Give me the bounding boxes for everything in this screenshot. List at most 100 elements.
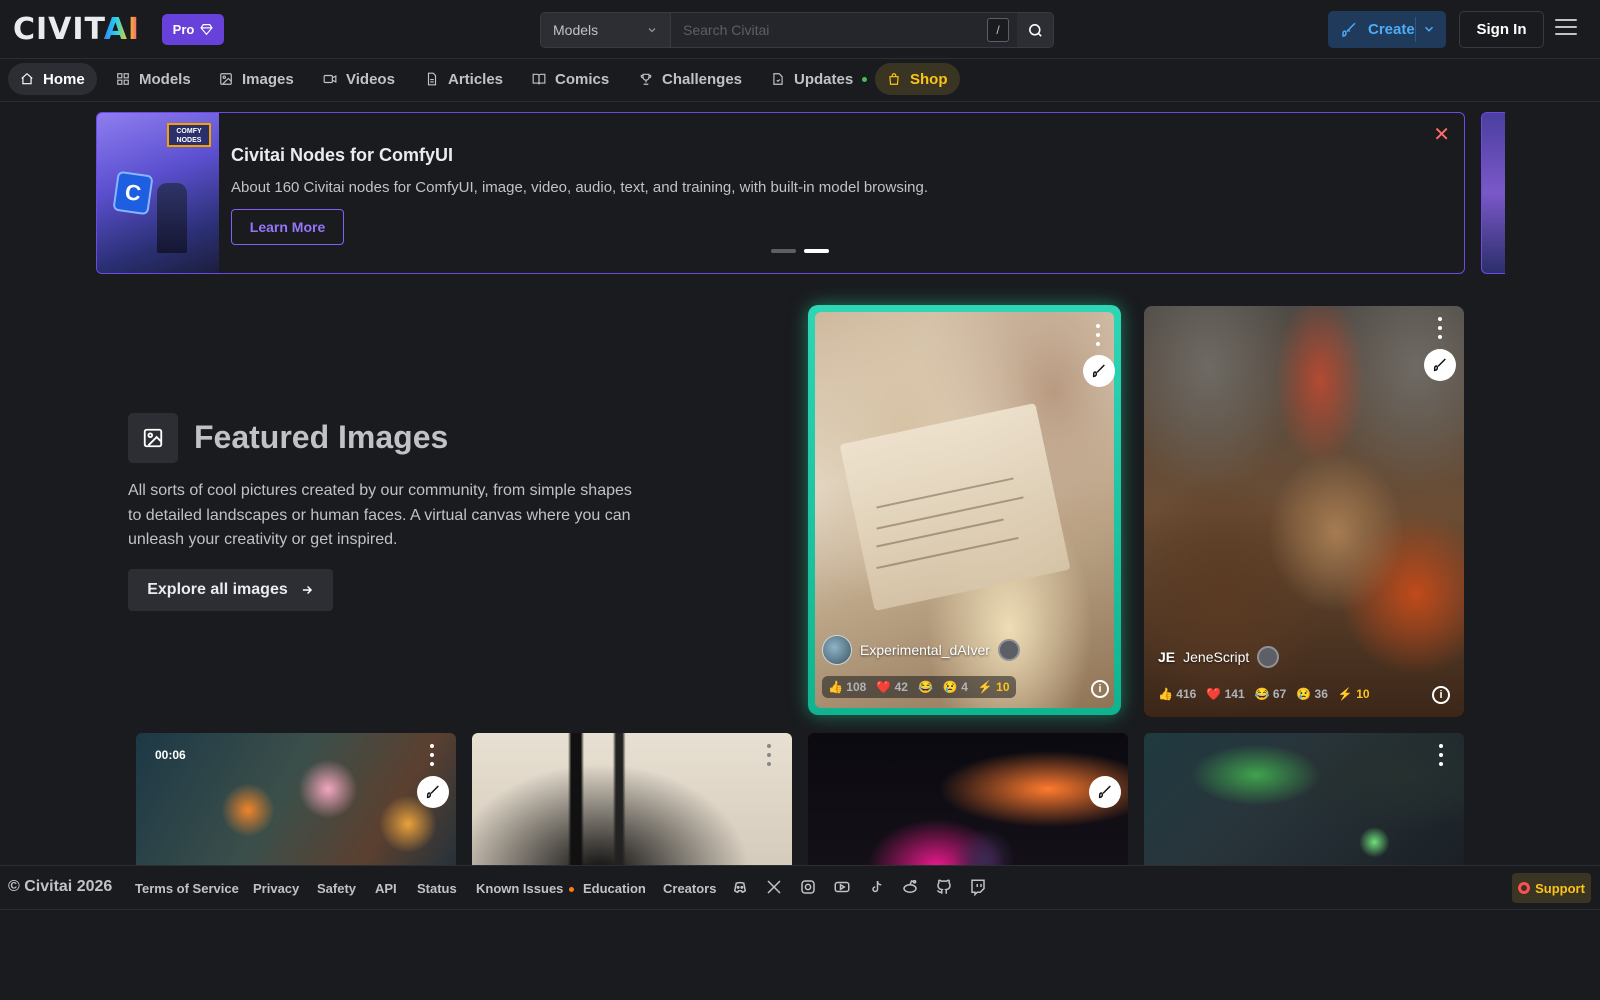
support-button[interactable]: Support — [1512, 873, 1591, 903]
book-icon — [532, 73, 546, 85]
remix-icon[interactable] — [1089, 776, 1121, 808]
chevron-down-icon — [648, 28, 656, 33]
reaction-like[interactable]: 👍 108 — [828, 680, 866, 694]
banner-description: About 160 Civitai nodes for ComfyUI, ima… — [231, 179, 929, 196]
learn-more-button[interactable]: Learn More — [231, 209, 344, 245]
nav-item-articles[interactable]: Articles — [413, 63, 515, 95]
remix-icon[interactable] — [417, 776, 449, 808]
footer-link-terms[interactable]: Terms of Service — [135, 881, 239, 896]
pro-button[interactable]: Pro — [162, 14, 224, 45]
remix-icon[interactable] — [1424, 349, 1456, 381]
top-header: CIVITAI Pro Models / Create Sign In — [0, 0, 1600, 59]
carousel-dot-active[interactable] — [804, 249, 829, 253]
card-user-row[interactable]: Experimental_dAIver — [822, 635, 1020, 665]
card-username: Experimental_dAIver — [860, 642, 990, 658]
carousel-indicators — [771, 249, 829, 253]
lifebuoy-icon — [1518, 882, 1531, 894]
reaction-laugh[interactable]: 😂 — [918, 680, 933, 694]
footer: © Civitai 2026 Terms of Service Privacy … — [0, 865, 1600, 910]
nav-item-videos[interactable]: Videos — [311, 63, 407, 95]
footer-link-api[interactable]: API — [375, 881, 397, 896]
info-icon[interactable]: i — [1091, 680, 1109, 698]
nav-item-images[interactable]: Images — [207, 63, 306, 95]
card-user-row[interactable]: JE JeneScript — [1158, 646, 1280, 668]
diamond-icon — [200, 24, 213, 36]
trophy-icon — [640, 73, 652, 85]
reaction-cry[interactable]: 😢 36 — [1296, 687, 1328, 701]
search-icon — [1028, 23, 1042, 37]
sign-in-button[interactable]: Sign In — [1459, 11, 1544, 48]
footer-link-safety[interactable]: Safety — [317, 881, 356, 896]
card-menu-icon[interactable] — [1438, 744, 1444, 766]
create-button[interactable]: Create — [1328, 11, 1446, 48]
instagram-icon[interactable] — [799, 878, 817, 896]
reaction-buzz[interactable]: ⚡ 10 — [1338, 687, 1370, 701]
footer-link-education[interactable]: Education — [583, 881, 646, 896]
nav-item-shop[interactable]: Shop — [875, 63, 960, 95]
reaction-buzz[interactable]: ⚡ 10 — [978, 680, 1010, 694]
youtube-icon[interactable] — [833, 878, 851, 896]
updates-icon — [773, 73, 783, 85]
featured-images-icon — [128, 413, 178, 463]
search-input[interactable] — [683, 22, 963, 38]
reaction-heart[interactable]: ❤️ 141 — [1206, 687, 1244, 701]
civitai-logo[interactable]: CIVITAI — [13, 15, 140, 45]
card-menu-icon[interactable] — [429, 744, 435, 766]
remix-icon[interactable] — [1083, 355, 1115, 387]
info-icon[interactable]: i — [1432, 686, 1450, 704]
x-icon[interactable] — [765, 878, 783, 896]
footer-link-privacy[interactable]: Privacy — [253, 881, 299, 896]
banner-title: Civitai Nodes for ComfyUI — [231, 145, 454, 165]
create-menu-chevron-icon[interactable] — [1422, 22, 1436, 36]
nav-item-challenges[interactable]: Challenges — [627, 63, 754, 95]
reaction-like[interactable]: 👍 416 — [1158, 687, 1196, 701]
carousel-dot[interactable] — [771, 249, 796, 253]
reaction-heart[interactable]: ❤️ 42 — [876, 680, 908, 694]
search-shortcut-key: / — [987, 18, 1009, 42]
next-banner-peek[interactable] — [1481, 112, 1505, 274]
image-card[interactable] — [808, 733, 1128, 873]
menu-icon[interactable] — [1555, 19, 1577, 39]
reaction-laugh[interactable]: 😂 67 — [1255, 687, 1287, 701]
banner-image-tag: COMFY NODES — [167, 123, 211, 147]
search-scope-select[interactable]: Models — [541, 13, 671, 47]
card-reactions: 👍 108 ❤️ 42 😂 😢 4 ⚡ 10 — [822, 676, 1016, 698]
search-button[interactable] — [1017, 13, 1053, 47]
tiktok-icon[interactable] — [867, 878, 885, 896]
nav-item-comics[interactable]: Comics — [520, 63, 621, 95]
footer-link-known-issues[interactable]: Known Issues — [476, 881, 575, 896]
nav-item-home[interactable]: Home — [8, 63, 97, 95]
discord-icon[interactable] — [731, 878, 749, 896]
github-icon[interactable] — [935, 878, 953, 896]
featured-description: All sorts of cool pictures created by ou… — [128, 482, 632, 548]
nav-item-updates[interactable]: Updates — [759, 63, 879, 95]
card-username: JeneScript — [1183, 649, 1250, 665]
footer-link-creators[interactable]: Creators — [663, 881, 716, 896]
image-icon — [220, 73, 232, 85]
promo-banner: COMFY NODES C Civitai Nodes for ComfyUI … — [96, 112, 1465, 274]
updates-indicator-dot — [862, 76, 868, 82]
reaction-cry[interactable]: 😢 4 — [943, 680, 968, 694]
user-badge-icon — [997, 639, 1020, 661]
main-nav: Home Models Images Videos Articles Comic… — [0, 60, 1600, 102]
explore-all-images-button[interactable]: Explore all images — [128, 569, 333, 611]
image-card[interactable] — [472, 733, 792, 873]
file-text-icon — [427, 72, 437, 86]
home-icon — [21, 72, 33, 85]
card-menu-icon[interactable] — [1437, 317, 1443, 339]
video-duration: 00:06 — [155, 748, 186, 762]
card-reactions: 👍 416 ❤️ 141 😂 67 😢 36 ⚡ 10 — [1152, 683, 1376, 705]
grid-icon — [117, 73, 129, 85]
card-menu-icon[interactable] — [1095, 324, 1101, 346]
footer-link-status[interactable]: Status — [417, 881, 457, 896]
close-icon[interactable]: ✕ — [1433, 125, 1450, 145]
card-menu-icon[interactable] — [766, 744, 772, 766]
arrow-right-icon — [302, 585, 312, 595]
shopping-bag-icon — [889, 73, 899, 85]
banner-image: COMFY NODES C — [97, 113, 219, 273]
image-card[interactable] — [1144, 733, 1464, 873]
nav-item-models[interactable]: Models — [104, 63, 203, 95]
reddit-icon[interactable] — [901, 878, 919, 896]
brush-icon — [1342, 22, 1356, 37]
twitch-icon[interactable] — [969, 878, 987, 896]
